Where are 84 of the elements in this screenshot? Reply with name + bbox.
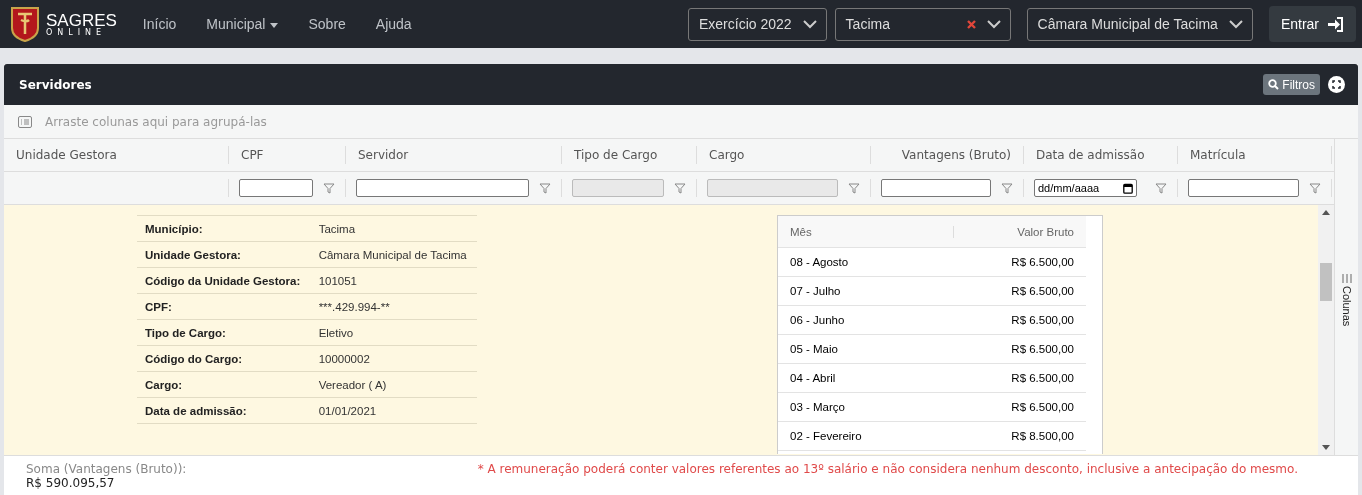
nav-link[interactable]: Municipal	[206, 16, 279, 32]
filter-icon[interactable]	[848, 182, 860, 194]
column-header[interactable]: Valor Bruto	[954, 225, 1086, 238]
filter-input[interactable]	[356, 179, 529, 197]
sum-value: R$ 590.095,57	[26, 476, 116, 490]
date-input[interactable]: dd/mm/aaaa	[1034, 179, 1137, 197]
field-label: Município:	[137, 215, 311, 242]
column-header[interactable]: Mês	[778, 225, 954, 238]
column-header[interactable]: Data de admissão	[1024, 146, 1178, 164]
chevron-down-icon	[1227, 19, 1244, 29]
column-header[interactable]: Cargo	[697, 146, 871, 164]
chevron-down-icon	[801, 19, 818, 29]
panel-title: Servidores	[19, 77, 93, 92]
field-value: ***.429.994-**	[310, 293, 477, 320]
table-cell-text: 03 - Março	[789, 401, 846, 413]
field-label: Unidade Gestora:	[137, 241, 311, 268]
nav-link[interactable]: Início	[142, 16, 177, 32]
table-cell-text: 05 - Maio	[789, 343, 839, 355]
group-list-icon	[18, 115, 32, 128]
column-header[interactable]: Tipo de Cargo	[562, 146, 697, 164]
table-cell-text: 02 - Fevereiro	[789, 430, 863, 442]
table-cell-text: 04 - Abril	[789, 372, 837, 384]
field-value: 10000002	[310, 345, 477, 372]
filter-input[interactable]	[239, 179, 313, 197]
columns-icon	[1341, 274, 1352, 283]
column-header[interactable]: Servidor	[346, 146, 562, 164]
filter-icon[interactable]	[1309, 182, 1321, 194]
table-cell-text: 08 - Agosto	[789, 256, 850, 268]
table-cell-text: R$ 6.500,00	[1010, 256, 1075, 268]
nav-link[interactable]: Sobre	[308, 16, 346, 32]
filter-input[interactable]	[881, 179, 991, 197]
scrollbar[interactable]	[1318, 205, 1335, 455]
table-cell-text: R$ 8.500,00	[1010, 430, 1075, 442]
login-button[interactable]: Entrar	[1268, 6, 1356, 42]
clear-icon[interactable]	[966, 19, 976, 29]
field-value: Vereador ( A)	[310, 371, 477, 398]
table-cell-text: R$ 6.500,00	[1010, 372, 1075, 384]
footnote: * A remuneração poderá conter valores referentes ao 13º salário e não considera nenhum desconto, inclusive a antecipação do mesmo.	[477, 462, 1298, 478]
table-cell-text: R$ 6.500,00	[1010, 343, 1075, 355]
table-cell-text: 06 - Junho	[789, 314, 846, 326]
table-cell-text: R$ 6.500,00	[1010, 285, 1075, 297]
scrollbar-thumb[interactable]	[1320, 263, 1333, 301]
column-header[interactable]: Unidade Gestora	[4, 146, 229, 164]
field-label: Tipo de Cargo:	[137, 319, 311, 346]
scroll-up-arrow-icon[interactable]	[1322, 210, 1331, 215]
shield-logo-icon[interactable]	[10, 6, 40, 42]
select-field[interactable]: Câmara Municipal de Tacima	[1026, 7, 1253, 41]
brand-subtitle: ONLINE	[46, 28, 108, 37]
nav-link[interactable]: Ajuda	[375, 16, 412, 32]
column-header[interactable]: Matrícula	[1178, 146, 1332, 164]
filter-icon[interactable]	[323, 182, 335, 194]
filter-icon[interactable]	[1001, 182, 1013, 194]
expand-icon[interactable]	[1328, 76, 1345, 93]
table-cell-text: R$ 6.500,00	[1010, 314, 1075, 326]
scroll-down-arrow-icon[interactable]	[1322, 445, 1331, 450]
columns-tab[interactable]: Colunas	[1340, 286, 1353, 327]
field-value: Eletivo	[310, 319, 477, 346]
filter-button[interactable]: Filtros	[1263, 74, 1320, 95]
chevron-down-icon	[985, 19, 1002, 29]
field-value: 01/01/2021	[310, 397, 477, 424]
field-label: Cargo:	[137, 371, 311, 398]
filter-input[interactable]	[1188, 179, 1299, 197]
group-hint: Arraste colunas aqui para agrupá-las	[45, 114, 267, 129]
select-field[interactable]: Exercício 2022	[688, 7, 827, 41]
table-cell-text: 07 - Julho	[789, 285, 842, 297]
field-label: Código da Unidade Gestora:	[137, 267, 311, 294]
select-field[interactable]: Tacima	[834, 7, 1011, 41]
search-icon	[1268, 79, 1280, 90]
field-label: Código do Cargo:	[137, 345, 311, 372]
column-header[interactable]: CPF	[229, 146, 346, 164]
filter-icon[interactable]	[539, 182, 551, 194]
field-value: Tacima	[310, 215, 477, 242]
brand-name: SAGRES	[46, 11, 117, 29]
sum-label: Soma (Vantagens (Bruto)):	[26, 462, 187, 476]
field-value: Câmara Municipal de Tacima	[310, 241, 477, 268]
filter-icon[interactable]	[674, 182, 686, 194]
column-header[interactable]: Vantagens (Bruto)	[871, 146, 1024, 164]
field-label: Data de admissão:	[137, 397, 311, 424]
table-cell-text: R$ 6.500,00	[1010, 401, 1075, 413]
sign-in-icon	[1327, 16, 1344, 32]
calendar-icon	[1123, 182, 1133, 194]
field-value: 101051	[310, 267, 477, 294]
field-label: CPF:	[137, 293, 311, 320]
filter-icon[interactable]	[1155, 182, 1167, 194]
